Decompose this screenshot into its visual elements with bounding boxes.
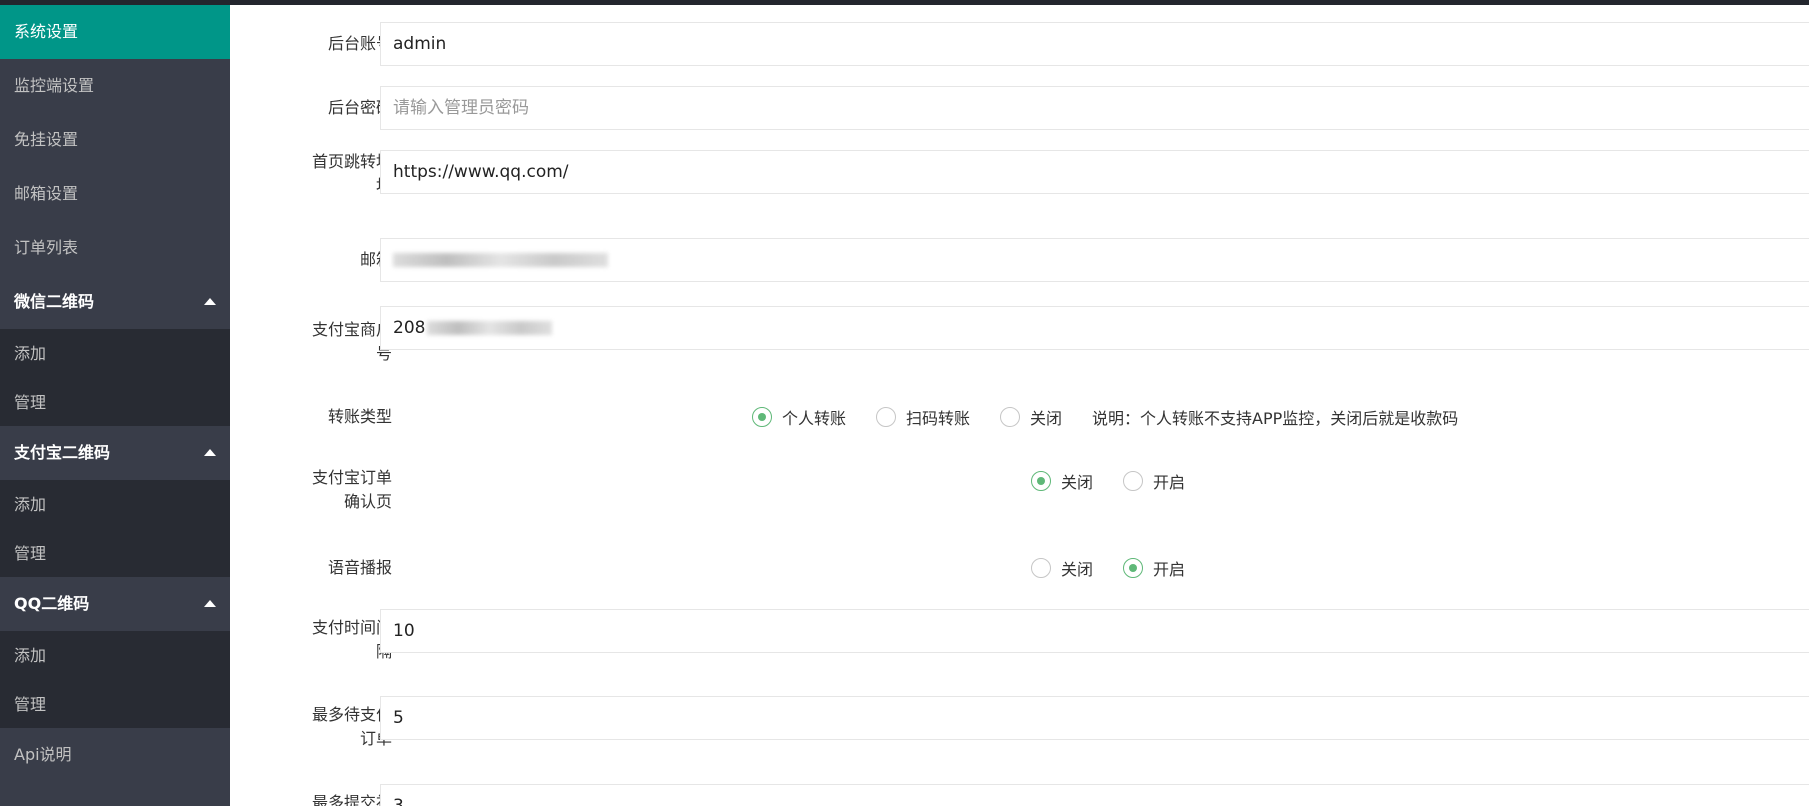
caret-up-icon [204, 600, 216, 607]
alipay-pid-input[interactable]: 208 [380, 306, 1809, 350]
caret-up-icon [204, 298, 216, 305]
label-line: 隔 [260, 640, 392, 664]
radio-checked-icon [1123, 558, 1144, 578]
radio-unchecked-icon [876, 407, 897, 427]
alipay-pid-prefix: 208 [393, 318, 426, 338]
label-alipay-pid: 支付宝商户 号 [260, 318, 392, 366]
radio-label: 关闭 [1061, 560, 1094, 579]
sidebar: 系统设置 监控端设置 免挂设置 邮箱设置 订单列表 微信二维码 添加 管理 支付… [0, 5, 230, 806]
radio-transfer-off[interactable]: 关闭 [1000, 405, 1062, 429]
nav-email-settings[interactable]: 邮箱设置 [0, 167, 230, 221]
label-voice: 语音播报 [327, 558, 392, 577]
subnav-alipay: 添加 管理 [0, 480, 230, 577]
label-pay-interval: 支付时间间 隔 [260, 616, 392, 664]
nav-group-wechat-qr[interactable]: 微信二维码 [0, 275, 230, 329]
label-alipay-confirm: 支付宝订单 确认页 [260, 466, 392, 514]
nav-system-settings[interactable]: 系统设置 [0, 5, 230, 59]
nav-free-hang-settings[interactable]: 免挂设置 [0, 113, 230, 167]
nav-group-qq-qr[interactable]: QQ二维码 [0, 577, 230, 631]
label-email: 邮箱 [359, 250, 392, 269]
radio-voice-off[interactable]: 关闭 [1031, 556, 1093, 580]
nav-api-docs[interactable]: Api说明 [0, 728, 230, 782]
max-pending-input[interactable]: 5 [380, 696, 1809, 740]
radio-label: 扫码转账 [906, 409, 971, 428]
radio-label: 关闭 [1061, 473, 1094, 492]
label-transfer-type: 转账类型 [327, 407, 392, 426]
label-max-submit: 最多提交补 [311, 793, 392, 806]
label-line: 址 [260, 174, 392, 198]
radio-voice-on[interactable]: 开启 [1123, 556, 1185, 580]
nav-group-label: QQ二维码 [14, 594, 90, 613]
label-line: 号 [375, 344, 392, 363]
subnav-wechat: 添加 管理 [0, 329, 230, 426]
radio-label: 开启 [1153, 560, 1186, 579]
label-line: 最多待支付 [311, 705, 392, 724]
radio-label: 关闭 [1030, 409, 1063, 428]
nav-order-list[interactable]: 订单列表 [0, 221, 230, 275]
redacted-value [427, 321, 553, 335]
voice-radios: 关闭 开启 [1031, 553, 1215, 583]
radio-scan-transfer[interactable]: 扫码转账 [876, 405, 970, 429]
account-input[interactable]: admin [380, 22, 1809, 66]
transfer-type-note: 说明：个人转账不支持APP监控，关闭后就是收款码 [1092, 409, 1459, 428]
nav-wechat-add[interactable]: 添加 [0, 329, 230, 379]
nav-group-label: 微信二维码 [14, 292, 95, 311]
radio-label: 开启 [1153, 473, 1186, 492]
radio-unchecked-icon [1123, 471, 1144, 491]
caret-up-icon [204, 449, 216, 456]
label-line: 确认页 [343, 492, 392, 511]
nav-alipay-manage[interactable]: 管理 [0, 530, 230, 577]
radio-unchecked-icon [1000, 407, 1021, 427]
label-account: 后台账号 [327, 34, 392, 53]
max-submit-input[interactable]: 3 [380, 784, 1809, 806]
radio-label: 个人转账 [782, 409, 847, 428]
nav-wechat-manage[interactable]: 管理 [0, 379, 230, 426]
label-max-pending: 最多待支付 订单 [260, 703, 392, 751]
label-line: 支付时间间 [311, 618, 392, 637]
label-redirect: 首页跳转地 址 [260, 150, 392, 198]
redirect-url-input[interactable]: https://www.qq.com/ [380, 150, 1809, 194]
nav-qq-add[interactable]: 添加 [0, 631, 230, 681]
radio-checked-icon [752, 407, 772, 427]
label-line: 订单 [359, 729, 392, 748]
redacted-value [393, 253, 608, 267]
nav-group-label: 支付宝二维码 [14, 443, 111, 462]
nav-monitor-settings[interactable]: 监控端设置 [0, 59, 230, 113]
password-input[interactable]: 请输入管理员密码 [380, 86, 1809, 130]
label-line: 首页跳转地 [311, 152, 392, 171]
alipay-confirm-radios: 关闭 开启 [1031, 466, 1215, 496]
radio-checked-icon [1031, 471, 1051, 491]
label-line: 支付宝商户 [311, 320, 392, 339]
label-line: 支付宝订单 [311, 468, 392, 487]
pay-interval-input[interactable]: 10 [380, 609, 1809, 653]
nav-alipay-add[interactable]: 添加 [0, 480, 230, 530]
radio-unchecked-icon [1031, 558, 1051, 578]
nav-qq-manage[interactable]: 管理 [0, 681, 230, 728]
radio-alipay-confirm-on[interactable]: 开启 [1123, 469, 1185, 493]
radio-alipay-confirm-off[interactable]: 关闭 [1031, 469, 1093, 493]
transfer-type-radios: 个人转账 扫码转账 关闭 说明：个人转账不支持APP监控，关闭后就是收款码 [752, 402, 1458, 432]
nav-group-alipay-qr[interactable]: 支付宝二维码 [0, 426, 230, 480]
label-password: 后台密码 [327, 98, 392, 117]
email-input[interactable] [380, 238, 1809, 282]
radio-personal-transfer[interactable]: 个人转账 [752, 405, 846, 429]
subnav-qq: 添加 管理 [0, 631, 230, 728]
settings-form: 后台账号 admin 后台密码 请输入管理员密码 首页跳转地 址 https:/… [230, 5, 1809, 806]
